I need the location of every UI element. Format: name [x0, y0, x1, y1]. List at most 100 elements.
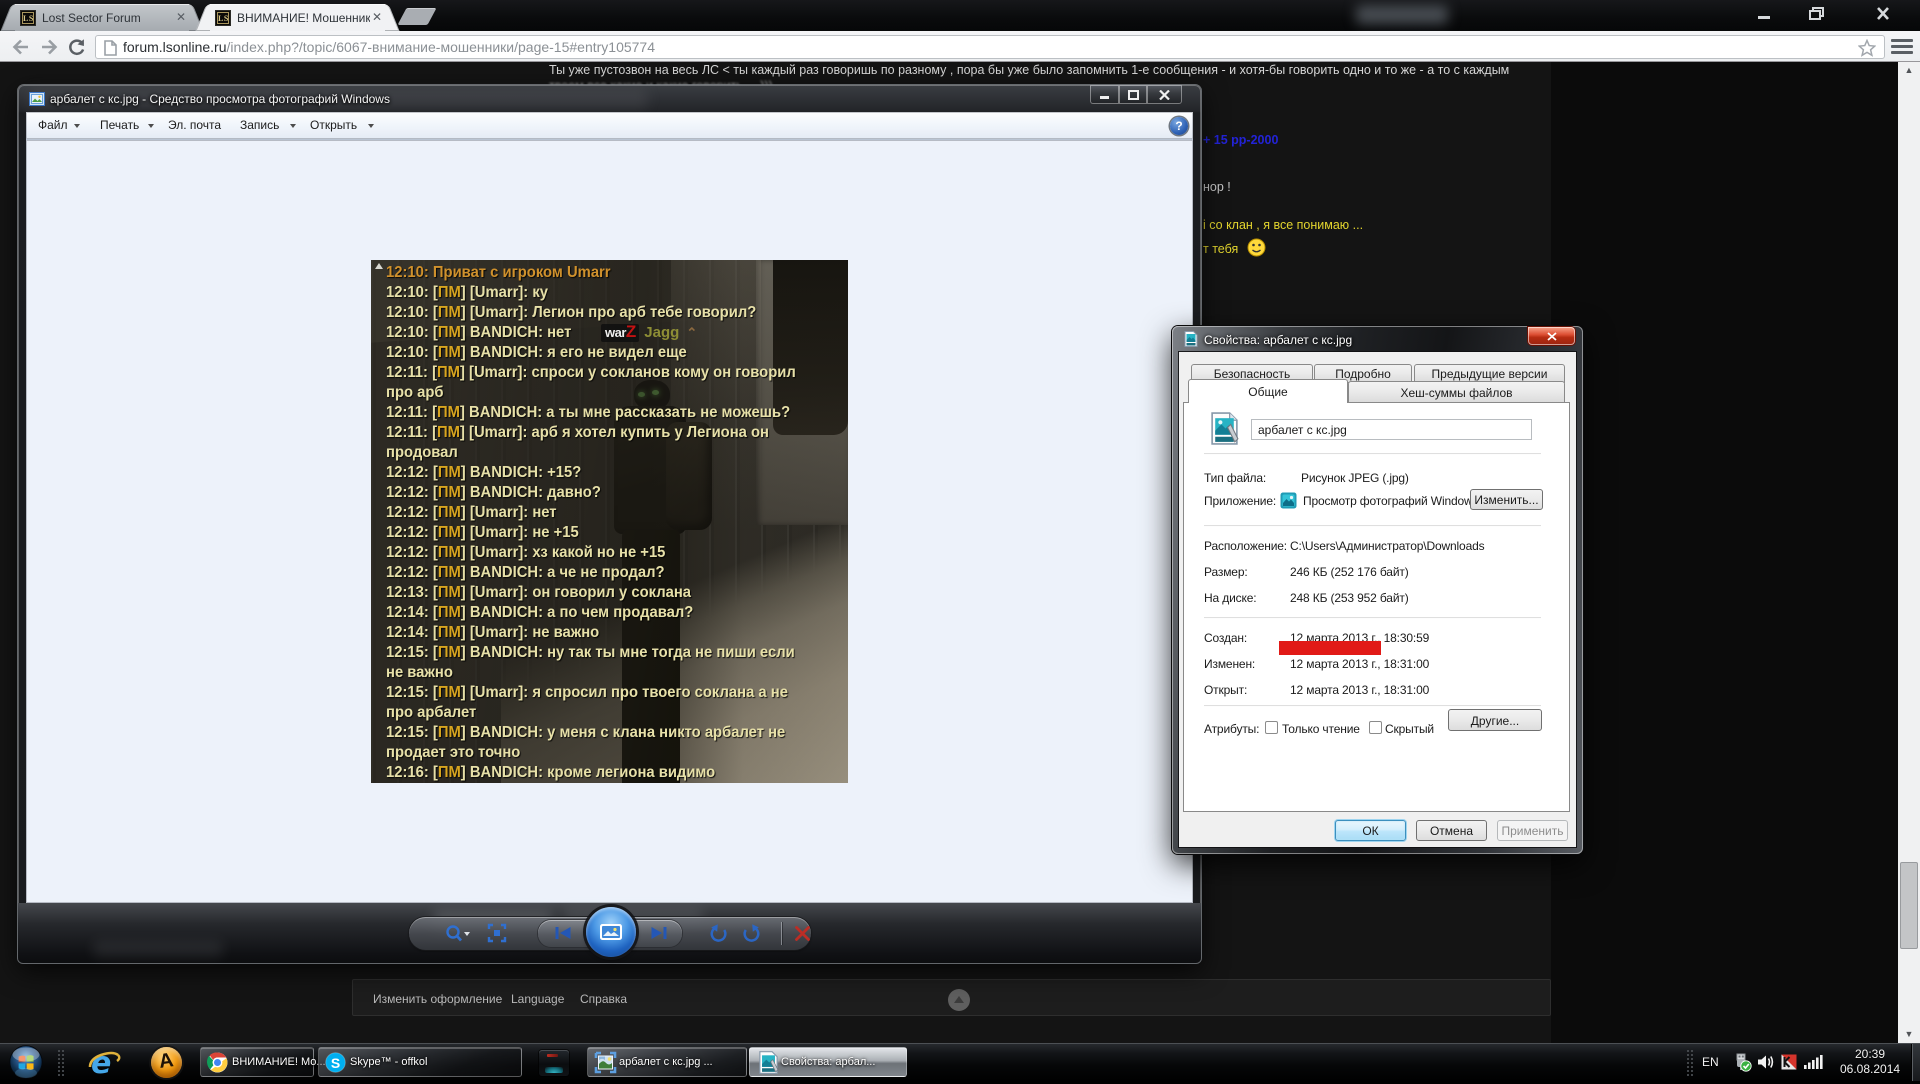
close-icon — [1159, 90, 1170, 100]
back-to-top-button[interactable] — [948, 989, 970, 1011]
displayed-photo: 12:10: Приват с игроком Umarr12:10: [ПМ]… — [371, 260, 848, 783]
clock-date[interactable]: 06.08.2014 — [1840, 1062, 1900, 1076]
tab-lost-sector-forum[interactable]: LS Lost Sector Forum ✕ — [8, 4, 196, 31]
back-icon[interactable] — [11, 39, 31, 55]
tab-hash-sums[interactable]: Хеш-суммы файлов — [1348, 381, 1565, 403]
previous-icon[interactable] — [553, 926, 573, 940]
chat-line: 12:13: [ПМ] [Umarr]: он говорил у соклан… — [386, 584, 691, 602]
chat-line: 12:16: [ПМ] BANDICH: кроме легиона видим… — [386, 764, 715, 782]
taskbar-button-label: Skype™ - offkol — [350, 1056, 427, 1068]
new-tab-button[interactable] — [397, 8, 436, 25]
glass-reflection — [1356, 5, 1448, 24]
taskbar-button-chrome[interactable]: ВНИМАНИЕ! Мо... — [200, 1047, 314, 1077]
aimp-icon[interactable]: A — [151, 1047, 182, 1078]
file-type-label: Тип файла: — [1204, 471, 1266, 485]
fit-to-window-icon[interactable] — [487, 923, 507, 943]
tab-close-icon[interactable]: ✕ — [372, 11, 382, 24]
browser-minimize-button[interactable] — [1741, 2, 1786, 25]
scrollbar-thumb[interactable] — [1900, 862, 1918, 949]
start-button[interactable] — [9, 1045, 43, 1079]
forum-link[interactable]: + 15 pp-2000 — [1203, 133, 1278, 147]
jpeg-file-icon — [1183, 331, 1199, 347]
tab-general[interactable]: Общие — [1188, 379, 1348, 403]
photo-viewer-icon — [29, 91, 45, 107]
chrome-icon — [207, 1052, 228, 1073]
chat-line: 12:14: [ПМ] BANDICH: а по чем продавал? — [386, 604, 693, 622]
internet-explorer-icon[interactable]: e — [87, 1046, 123, 1078]
taskbar-button-properties[interactable]: Свойства: арбал... — [749, 1047, 907, 1077]
chat-line: 12:12: [ПМ] BANDICH: давно? — [386, 484, 601, 502]
taskbar-button-photo-viewer[interactable]: арбалет с кс.jpg ... — [587, 1047, 747, 1077]
pv-close-button[interactable] — [1147, 85, 1182, 104]
clock-time[interactable]: 20:39 — [1855, 1047, 1885, 1061]
bookmark-star-icon[interactable] — [1858, 39, 1876, 57]
chat-line: 12:10: [ПМ] BANDICH: я его не видел еще — [386, 344, 687, 362]
zoom-icon[interactable] — [445, 924, 471, 944]
rotate-right-icon[interactable] — [741, 924, 762, 944]
jpeg-file-icon — [757, 1051, 780, 1074]
other-attrs-button[interactable]: Другие... — [1448, 709, 1542, 731]
forum-text-nor: нор ! — [1203, 180, 1231, 194]
chat-line: продает это точно — [386, 744, 520, 762]
chat-line: 12:10: [ПМ] BANDICH: нет — [386, 324, 571, 342]
browser-restore-button[interactable] — [1794, 2, 1839, 25]
menu-burn[interactable]: Запись — [240, 118, 279, 132]
url-bar[interactable]: forum.lsonline.ru/index.php?/topic/6067-… — [95, 35, 1885, 59]
chat-line: 12:12: [ПМ] [Umarr]: не +15 — [386, 524, 579, 542]
filename-input[interactable] — [1251, 419, 1532, 440]
chat-line: про арб — [386, 384, 444, 402]
chat-line: 12:12: [ПМ] [Umarr]: хз какой но не +15 — [386, 544, 665, 562]
menu-open[interactable]: Открыть — [310, 118, 357, 132]
chat-line: 12:11: [ПМ] [Umarr]: спроси у сокланов к… — [386, 364, 796, 382]
scroll-down-arrow[interactable]: ▼ — [1898, 1026, 1920, 1043]
next-icon[interactable] — [649, 926, 669, 940]
red-annotation — [1279, 641, 1381, 655]
language-indicator[interactable]: EN — [1702, 1055, 1719, 1069]
opened-label: Открыт: — [1204, 683, 1247, 697]
skype-icon: S — [325, 1052, 346, 1073]
browser-scrollbar[interactable]: ▲ ▼ — [1898, 62, 1920, 1043]
smiley-icon — [1247, 238, 1266, 257]
usb-device-icon[interactable] — [1732, 1052, 1752, 1072]
network-signal-icon[interactable] — [1804, 1054, 1823, 1069]
pv-maximize-button[interactable] — [1119, 85, 1147, 104]
delete-icon[interactable] — [794, 925, 811, 942]
menu-print[interactable]: Печать — [100, 118, 139, 132]
rotate-left-icon[interactable] — [708, 924, 729, 944]
change-app-button[interactable]: Изменить... — [1470, 489, 1543, 510]
menu-file[interactable]: Файл — [38, 118, 68, 132]
footer-link-theme[interactable]: Изменить оформление — [373, 992, 502, 1006]
pv-minimize-button[interactable] — [1090, 85, 1119, 104]
slideshow-button[interactable] — [586, 907, 636, 957]
svg-text:S: S — [331, 1055, 340, 1071]
maximize-icon — [1128, 90, 1139, 100]
scroll-up-arrow[interactable]: ▲ — [1898, 62, 1920, 79]
hidden-checkbox[interactable] — [1369, 721, 1382, 734]
dialog-close-button[interactable] — [1528, 327, 1575, 345]
taskbar-button-skype[interactable]: S Skype™ - offkol — [318, 1047, 522, 1077]
footer-link-help[interactable]: Справка — [580, 992, 627, 1006]
apply-button[interactable]: Применить — [1497, 820, 1568, 841]
kaspersky-icon[interactable] — [1781, 1054, 1797, 1070]
chat-line: 12:12: [ПМ] [Umarr]: нет — [386, 504, 557, 522]
taskbar: e A ВНИМАНИЕ! Мо... S Skype™ - offkol — [0, 1043, 1920, 1080]
ls-favicon: LS — [215, 10, 231, 26]
show-desktop-button[interactable] — [1911, 1044, 1920, 1081]
chrome-menu-icon[interactable] — [1891, 39, 1913, 55]
browser-close-button[interactable] — [1853, 2, 1913, 25]
footer-link-language[interactable]: Language — [511, 992, 564, 1006]
tab-close-icon[interactable]: ✕ — [176, 11, 186, 24]
cancel-button[interactable]: Отмена — [1416, 820, 1487, 841]
menu-email[interactable]: Эл. почта — [168, 118, 221, 132]
attributes-label: Атрибуты: — [1204, 722, 1259, 736]
reload-icon[interactable] — [67, 38, 86, 57]
tab-vnimanie-moshennik[interactable]: LS ВНИМАНИЕ! Мошенник ✕ — [203, 4, 392, 31]
volume-icon[interactable] — [1757, 1053, 1776, 1071]
help-icon[interactable]: ? — [1170, 117, 1188, 135]
photo-viewer-app-icon — [1280, 492, 1297, 509]
ok-button[interactable]: ОК — [1335, 820, 1406, 841]
readonly-checkbox[interactable] — [1265, 721, 1278, 734]
forward-icon[interactable] — [39, 39, 59, 55]
app-label: Приложение: — [1204, 494, 1276, 508]
taskbar-icon-dark-app[interactable] — [535, 1047, 573, 1078]
